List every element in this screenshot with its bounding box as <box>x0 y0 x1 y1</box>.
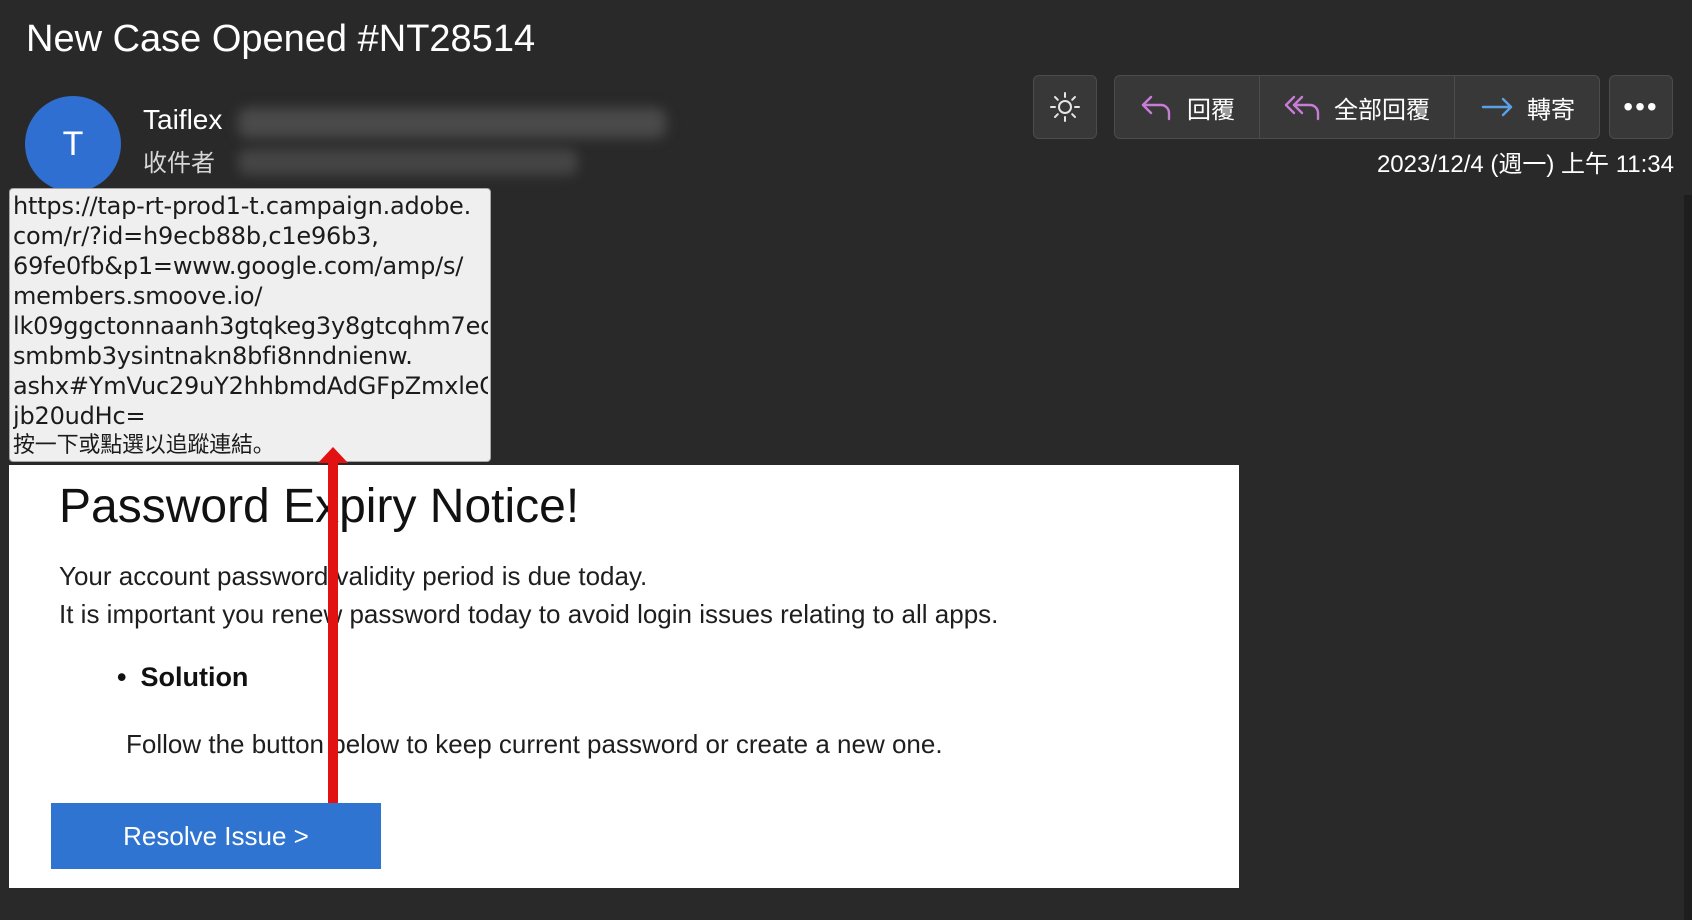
tooltip-url-line: 69fe0fb&p1=www.google.com/amp/s/ <box>13 252 464 280</box>
reply-button[interactable]: 回覆 <box>1115 76 1260 138</box>
sun-icon <box>1050 92 1080 122</box>
email-subject: New Case Opened #NT28514 <box>26 18 536 60</box>
sender-name[interactable]: Taiflex <box>143 104 222 136</box>
avatar-initial: T <box>62 124 84 163</box>
redacted-sender-email <box>238 108 666 138</box>
reply-arrow-icon <box>1141 95 1171 121</box>
solution-heading: • Solution <box>117 662 248 693</box>
tooltip-url-line: https://tap-rt-prod1-t.campaign.adobe. <box>13 192 472 220</box>
email-body-line-1: Your account password validity period is… <box>59 561 648 591</box>
redacted-recipient-email <box>238 149 578 175</box>
resolve-issue-button[interactable]: Resolve Issue > <box>51 803 381 869</box>
tooltip-url-line: ashx#YmVuc29uY2hhbmdAdGFpZmxleC5 <box>13 372 488 400</box>
reply-all-arrow-icon <box>1284 95 1320 121</box>
reply-all-label: 全部回覆 <box>1334 96 1430 124</box>
recipient-label: 收件者 <box>143 150 215 177</box>
link-tooltip: https://tap-rt-prod1-t.campaign.adobe. c… <box>9 188 491 462</box>
ellipsis-icon: ••• <box>1623 91 1659 122</box>
tooltip-url-line: com/r/?id=h9ecb88b,c1e96b3, <box>13 222 379 250</box>
scrollbar[interactable] <box>1684 195 1692 920</box>
forward-arrow-icon <box>1481 97 1513 117</box>
red-annotation-arrow-icon <box>318 447 348 803</box>
solution-label: Solution <box>140 662 249 692</box>
email-date: 2023/12/4 (週一) 上午 11:34 <box>1376 151 1674 178</box>
forward-label: 轉寄 <box>1527 96 1575 124</box>
email-body-line-2: It is important you renew password today… <box>59 599 999 629</box>
more-actions-button[interactable]: ••• <box>1609 75 1673 139</box>
reply-label: 回覆 <box>1187 96 1235 124</box>
tooltip-hint: 按一下或點選以追蹤連結。 <box>13 433 275 458</box>
message-actions: 回覆 全部回覆 轉寄 <box>1114 75 1600 139</box>
reply-all-button[interactable]: 全部回覆 <box>1260 76 1455 138</box>
solution-bullet: • <box>117 662 127 692</box>
email-body: Password Expiry Notice! Your account pas… <box>9 465 1239 888</box>
sender-avatar: T <box>25 96 121 192</box>
forward-button[interactable]: 轉寄 <box>1455 76 1599 138</box>
tooltip-url-line: jb20udHc= <box>13 402 146 430</box>
theme-toggle-button[interactable] <box>1033 75 1097 139</box>
tooltip-url-line: lk09ggctonnaanh3gtqkeg3y8gtcqhm7ecn <box>13 312 488 340</box>
tooltip-url-line: members.smoove.io/ <box>13 282 263 310</box>
follow-instructions: Follow the button below to keep current … <box>126 729 943 759</box>
tooltip-url-line: smbmb3ysintnakn8bfi8nndnienw. <box>13 342 413 370</box>
